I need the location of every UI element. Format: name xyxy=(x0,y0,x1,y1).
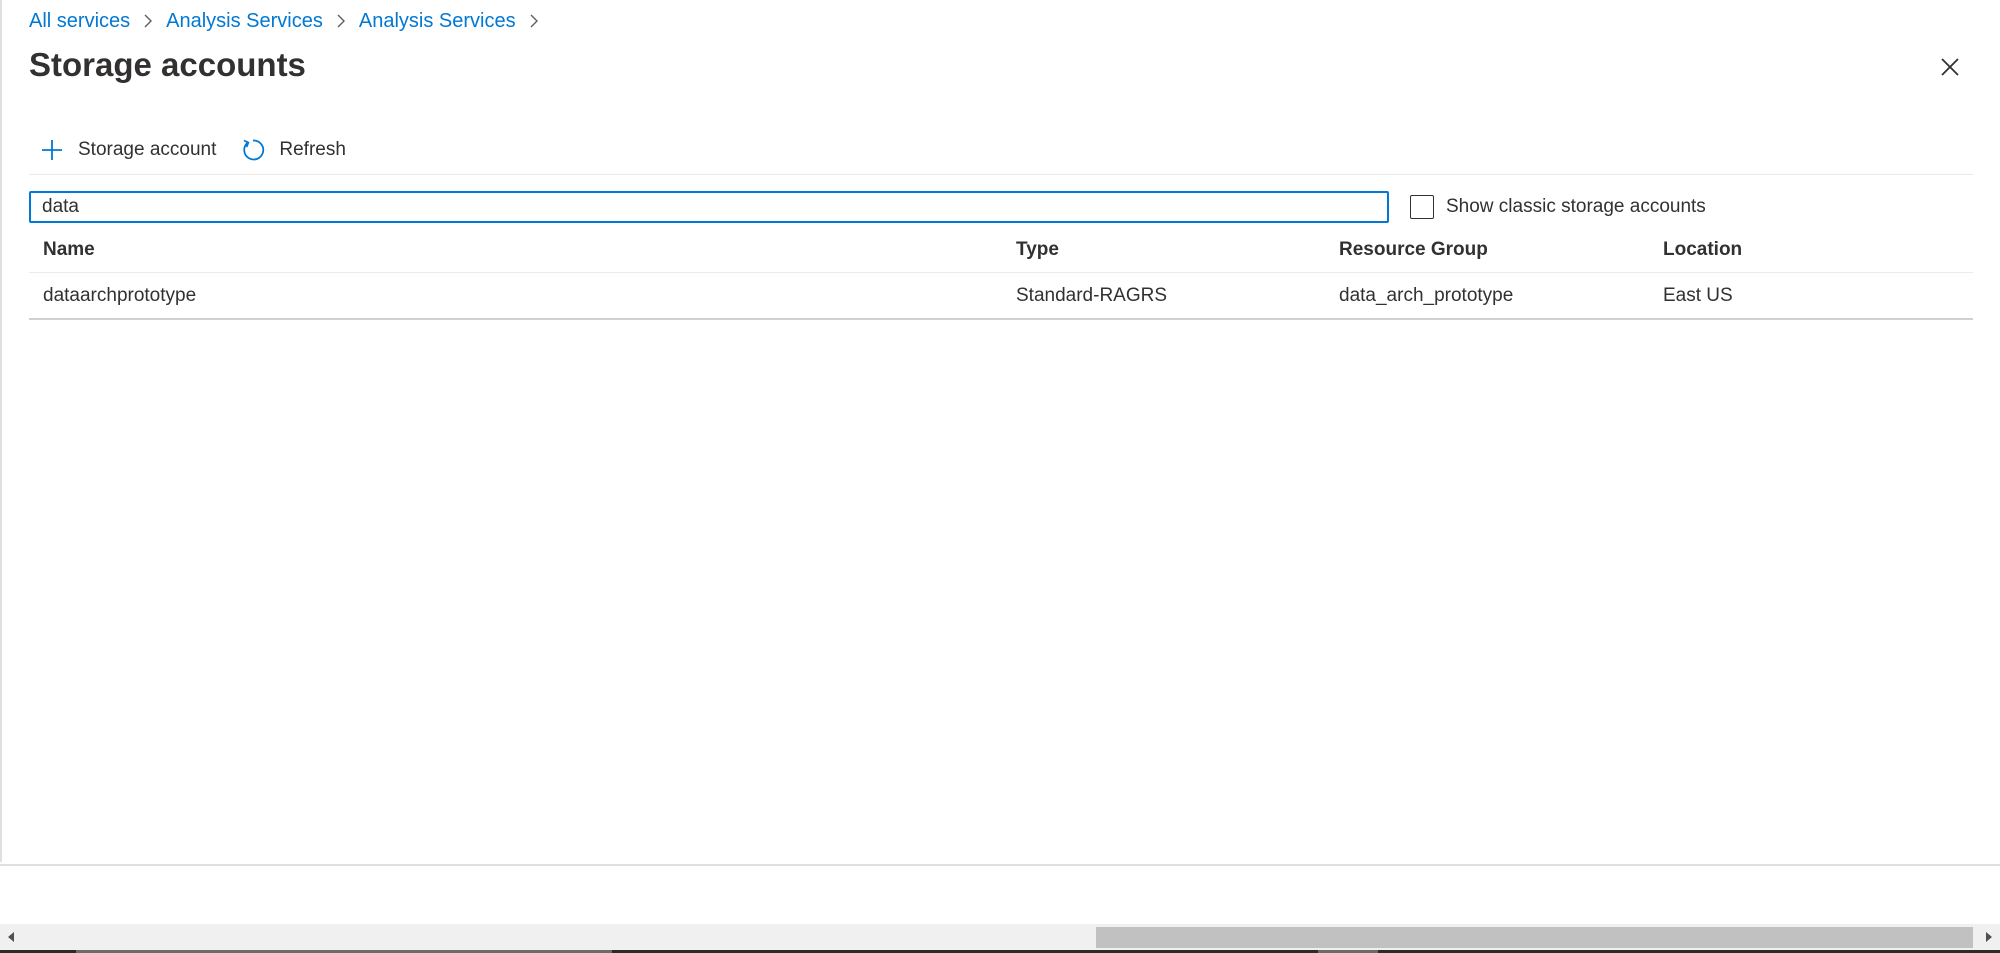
storage-accounts-blade: All services Analysis Services Analysis … xyxy=(0,0,2000,953)
storage-accounts-table: Name Type Resource Group Location dataar… xyxy=(29,228,1973,320)
column-header-location[interactable]: Location xyxy=(1663,228,1742,272)
cell-location: East US xyxy=(1663,284,1733,306)
scrollbar-thumb[interactable] xyxy=(1096,927,1973,948)
add-storage-account-button[interactable]: Storage account xyxy=(29,132,222,168)
column-header-type[interactable]: Type xyxy=(1016,228,1059,272)
column-header-name[interactable]: Name xyxy=(43,228,95,272)
breadcrumb-link-analysis-services[interactable]: Analysis Services xyxy=(166,10,323,33)
search-input[interactable] xyxy=(29,191,1389,223)
show-classic-checkbox[interactable]: Show classic storage accounts xyxy=(1410,192,1706,222)
close-button[interactable] xyxy=(1935,52,1965,82)
scroll-left-button[interactable] xyxy=(0,924,22,950)
footer-divider xyxy=(0,864,2000,866)
cell-name: dataarchprototype xyxy=(43,284,197,306)
refresh-icon xyxy=(240,137,266,163)
refresh-label: Refresh xyxy=(279,139,346,160)
cell-resource-group: data_arch_prototype xyxy=(1339,284,1514,306)
chevron-right-icon xyxy=(323,11,359,31)
cell-type: Standard-RAGRS xyxy=(1016,284,1168,306)
plus-icon xyxy=(39,137,65,163)
add-storage-account-label: Storage account xyxy=(78,139,217,160)
breadcrumb-link-all-services[interactable]: All services xyxy=(29,10,130,33)
blade-left-border xyxy=(0,0,2,862)
chevron-right-icon xyxy=(130,11,166,31)
triangle-left-icon xyxy=(8,932,14,942)
scroll-right-button[interactable] xyxy=(1978,924,2000,950)
refresh-button[interactable]: Refresh xyxy=(230,132,352,168)
table-header: Name Type Resource Group Location xyxy=(29,228,1973,273)
chevron-right-icon xyxy=(516,11,552,31)
show-classic-label: Show classic storage accounts xyxy=(1446,196,1706,217)
command-bar: Storage account Refresh xyxy=(29,132,352,168)
column-header-resource-group[interactable]: Resource Group xyxy=(1339,228,1488,272)
breadcrumb-link-analysis-services-resource[interactable]: Analysis Services xyxy=(359,10,516,33)
triangle-right-icon xyxy=(1986,932,1992,942)
table-row[interactable]: dataarchprototype Standard-RAGRS data_ar… xyxy=(29,273,1973,320)
horizontal-scrollbar[interactable] xyxy=(0,924,2000,950)
toolbar-divider xyxy=(29,174,1973,175)
breadcrumb: All services Analysis Services Analysis … xyxy=(29,8,552,34)
page-title: Storage accounts xyxy=(29,46,306,83)
checkbox-box[interactable] xyxy=(1410,195,1434,219)
close-icon xyxy=(1941,58,1959,76)
